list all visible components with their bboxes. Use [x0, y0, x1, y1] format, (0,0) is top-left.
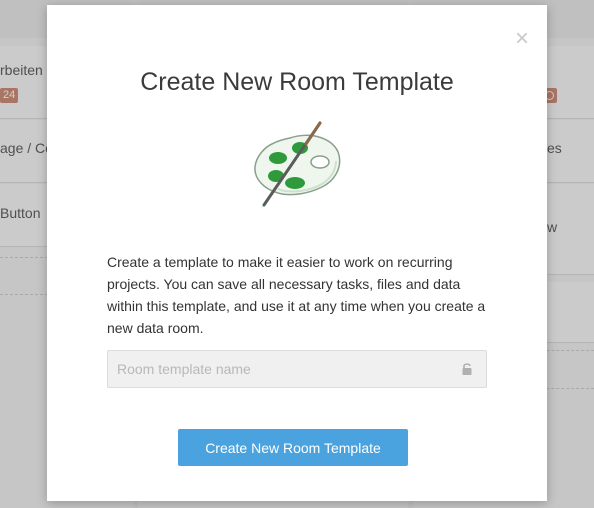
dialog-title: Create New Room Template	[140, 67, 454, 96]
lock-icon	[462, 363, 472, 375]
create-template-button[interactable]: Create New Room Template	[178, 429, 408, 466]
palette-brush-icon	[254, 121, 341, 208]
template-name-field[interactable]	[107, 350, 487, 388]
template-name-input[interactable]	[108, 351, 457, 387]
dialog-description: Create a template to make it easier to w…	[107, 254, 486, 336]
close-icon[interactable]: ×	[515, 27, 529, 51]
create-room-template-dialog: × Create New Room Template Create a temp…	[47, 5, 547, 501]
